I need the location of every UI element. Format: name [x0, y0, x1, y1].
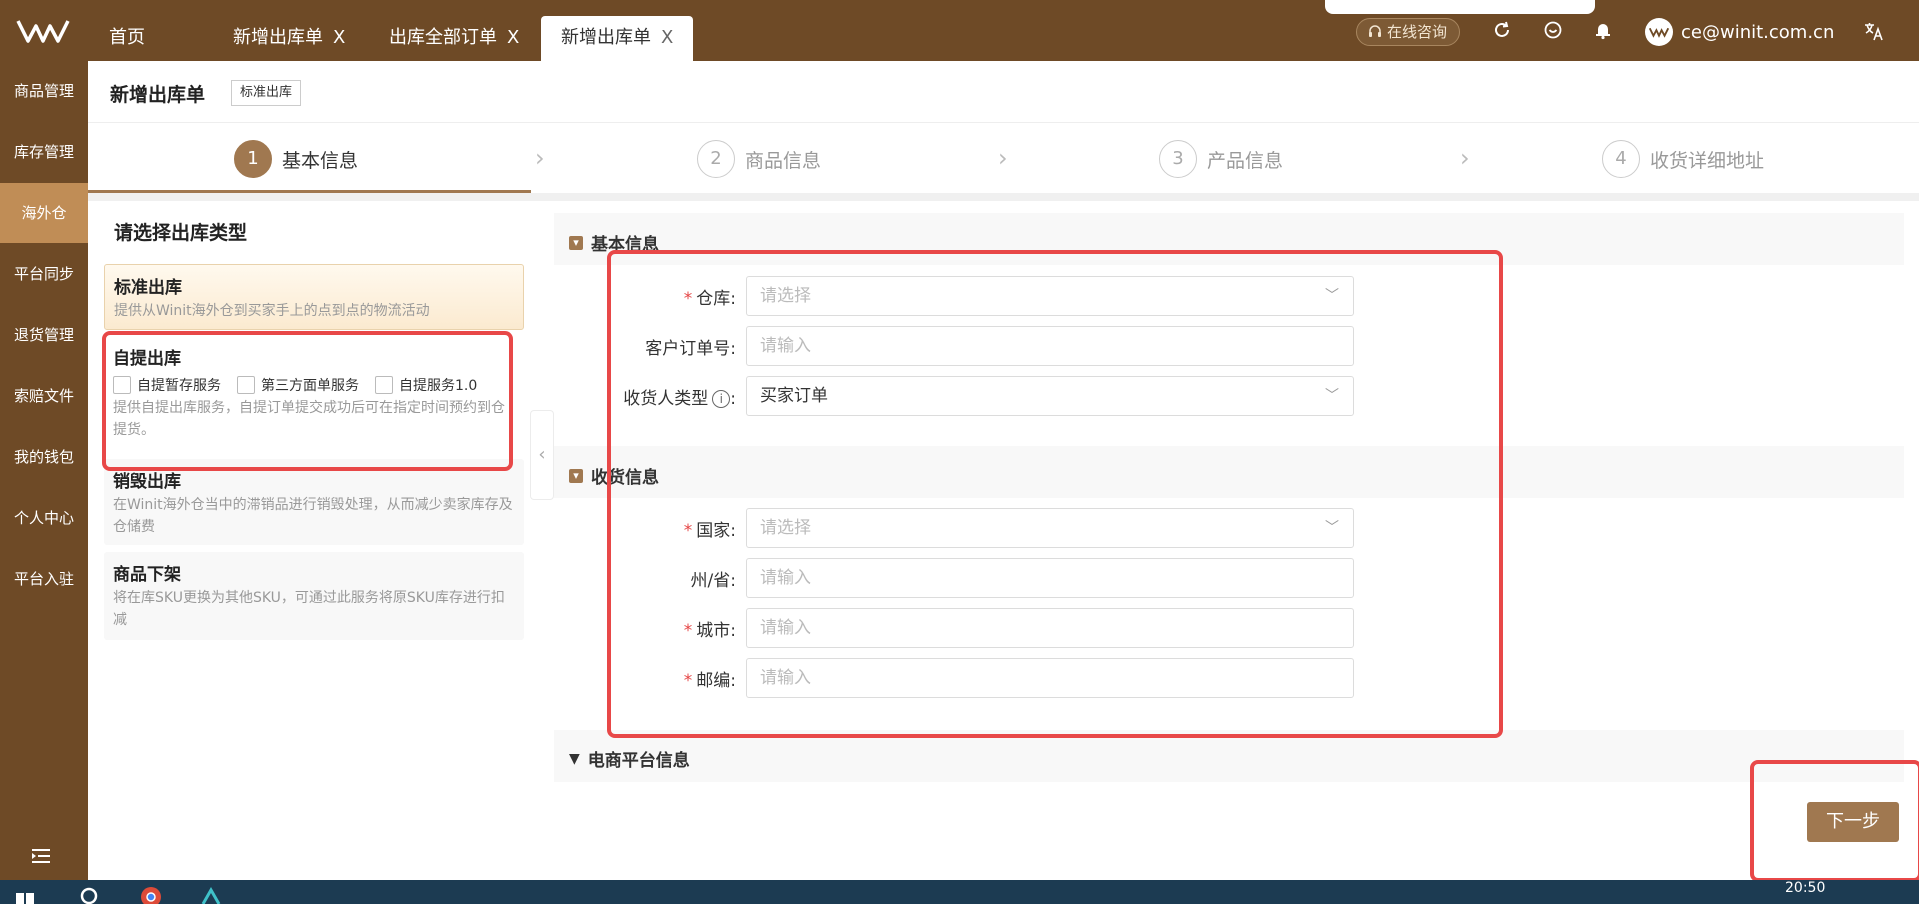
- sidebar: 商品管理 库存管理 海外仓 平台同步 退货管理 索赔文件 我的钱包 个人中心 平…: [0, 61, 88, 880]
- divider: [88, 122, 1919, 123]
- section-title: 电商平台信息: [587, 751, 690, 771]
- consult-label: 在线咨询: [1387, 23, 1448, 41]
- sidebar-item-platform-sync[interactable]: 平台同步: [0, 244, 88, 304]
- expand-square-icon: ▾: [569, 235, 583, 250]
- sidebar-item-claims[interactable]: 索赔文件: [0, 366, 88, 426]
- tab-new-outbound-active[interactable]: 新增出库单 X: [541, 16, 694, 61]
- bell-icon[interactable]: [1591, 20, 1615, 44]
- card-title: 商品下架: [113, 565, 181, 585]
- sidebar-item-wallet[interactable]: 我的钱包: [0, 427, 88, 487]
- taskbar-clock: 20:50: [1785, 880, 1826, 896]
- step-receiving-address[interactable]: 4 收货详细地址: [1602, 140, 1764, 178]
- card-desc: 提供从Winit海外仓到买家手上的点到点的物流活动: [114, 303, 430, 319]
- panel-collapse-button[interactable]: ‹: [530, 410, 554, 500]
- chevron-left-icon: ‹: [538, 444, 546, 465]
- top-bar: 首页 新增出库单 X 出库全部订单 X 新增出库单 X 在线咨询 ce@winit.c…: [0, 0, 1919, 61]
- tab-all-outbound-orders[interactable]: 出库全部订单 X: [389, 16, 519, 61]
- app-icon[interactable]: [200, 886, 222, 905]
- search-icon[interactable]: [80, 886, 102, 905]
- sidebar-item-personal-center[interactable]: 个人中心: [0, 488, 88, 548]
- close-icon[interactable]: X: [333, 27, 345, 48]
- card-desc: 在Winit海外仓当中的滞销品进行销毁处理，从而减少卖家库存及仓储费: [113, 497, 513, 535]
- menu-collapse-icon[interactable]: [32, 845, 50, 870]
- online-consult-button[interactable]: 在线咨询: [1356, 18, 1461, 46]
- step-label: 收货详细地址: [1650, 149, 1765, 172]
- outbound-type-delist[interactable]: 商品下架 将在库SKU更换为其他SKU，可通过此服务将原SKU库存进行扣减: [104, 552, 524, 640]
- page-title: 新增出库单: [110, 84, 206, 106]
- winit-logo[interactable]: [16, 18, 70, 44]
- tab-label: 新增出库单: [233, 27, 323, 48]
- divider: [88, 193, 1919, 201]
- next-step-button[interactable]: 下一步: [1807, 802, 1899, 842]
- annotation-box-self-pickup: [102, 331, 513, 471]
- outbound-type-standard[interactable]: 标准出库 提供从Winit海外仓到买家手上的点到点的物流活动: [104, 264, 524, 330]
- tab-label: 首页: [109, 27, 145, 48]
- card-title: 标准出库: [114, 278, 182, 298]
- headset-icon: [1369, 25, 1381, 37]
- step-number: 4: [1602, 140, 1640, 178]
- step-service-product-info[interactable]: 3 产品信息: [1159, 140, 1283, 178]
- close-icon[interactable]: X: [507, 27, 519, 48]
- step-number: 2: [697, 140, 735, 178]
- card-desc: 将在库SKU更换为其他SKU，可通过此服务将原SKU库存进行扣减: [113, 590, 505, 628]
- step-product-info[interactable]: 2 商品信息: [697, 140, 821, 178]
- sidebar-item-product-management[interactable]: 商品管理: [0, 61, 88, 121]
- translate-icon[interactable]: [1862, 20, 1886, 44]
- step-label: 基本信息: [282, 149, 359, 172]
- step-label: 商品信息: [745, 149, 822, 172]
- close-icon[interactable]: X: [661, 27, 673, 48]
- step-basic-info[interactable]: 1 基本信息: [234, 140, 358, 178]
- outbound-type-title: 请选择出库类型: [114, 222, 248, 244]
- chevron-right-icon: ›: [535, 144, 545, 172]
- tab-home[interactable]: 首页: [109, 16, 145, 61]
- annotation-box-form: [607, 250, 1503, 738]
- chevron-right-icon: ›: [1460, 144, 1470, 172]
- user-email: ce@winit.com.cn: [1681, 21, 1835, 43]
- windows-start-icon[interactable]: [16, 893, 34, 904]
- top-white-panel: [1325, 0, 1595, 14]
- step-number: 1: [234, 140, 272, 178]
- user-menu[interactable]: ce@winit.com.cn: [1645, 18, 1834, 46]
- message-icon[interactable]: [1541, 20, 1565, 44]
- section-header-ecommerce[interactable]: ▼ 电商平台信息: [569, 746, 690, 772]
- step-label: 产品信息: [1207, 149, 1284, 172]
- expand-square-icon: ▾: [569, 468, 583, 483]
- page-type-tag: 标准出库: [231, 80, 302, 106]
- sidebar-item-overseas-warehouse[interactable]: 海外仓: [0, 183, 88, 243]
- tab-new-outbound-1[interactable]: 新增出库单 X: [233, 16, 345, 61]
- tab-label: 出库全部订单: [389, 27, 497, 48]
- chevron-right-icon: ›: [998, 144, 1008, 172]
- avatar: [1645, 18, 1673, 46]
- tab-label: 新增出库单: [561, 27, 651, 48]
- step-number: 3: [1159, 140, 1197, 178]
- sidebar-item-inventory-management[interactable]: 库存管理: [0, 122, 88, 182]
- caret-down-icon: ▼: [569, 750, 580, 767]
- refresh-icon[interactable]: [1490, 20, 1514, 44]
- os-taskbar: [0, 880, 1919, 904]
- outbound-type-destroy[interactable]: 销毁出库 在Winit海外仓当中的滞销品进行销毁处理，从而减少卖家库存及仓储费: [104, 459, 524, 545]
- chrome-icon[interactable]: [140, 886, 162, 907]
- sidebar-item-returns[interactable]: 退货管理: [0, 305, 88, 365]
- sidebar-item-platform-join[interactable]: 平台入驻: [0, 549, 88, 609]
